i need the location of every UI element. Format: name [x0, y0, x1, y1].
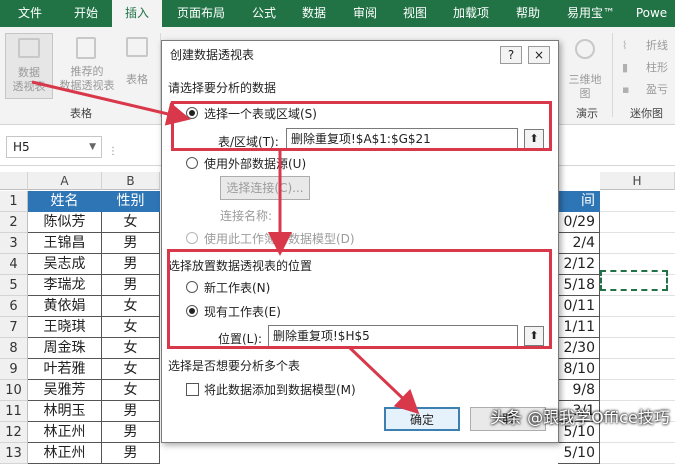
- watermark: 头条 @跟我学Office技巧: [490, 408, 670, 427]
- arrow-ribbon-to-dialog: [31, 80, 191, 126]
- annotation-arrows: [31, 80, 420, 415]
- arrow-to-ok: [348, 346, 420, 415]
